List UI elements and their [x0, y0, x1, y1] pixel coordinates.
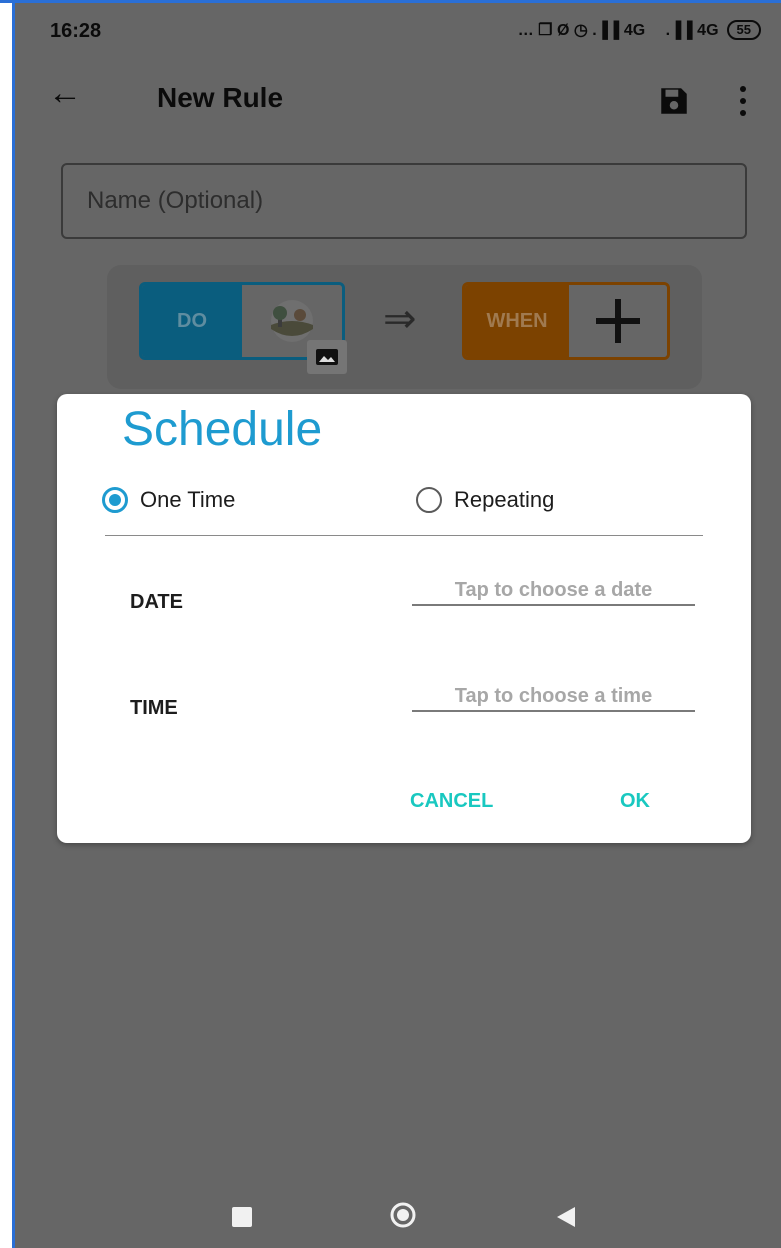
name-input[interactable]	[61, 163, 747, 239]
radio-checked-icon	[102, 487, 128, 513]
page-title: New Rule	[157, 82, 284, 113]
back-triangle-icon[interactable]	[557, 1207, 575, 1227]
add-trigger-button[interactable]	[569, 285, 667, 357]
battery-icon: 55	[726, 20, 761, 40]
rule-card: DO ⇒ WHEN	[107, 265, 702, 389]
recents-square-icon[interactable]	[232, 1207, 252, 1227]
schedule-dialog: Schedule One Time Repeating DATE Tap to …	[57, 394, 751, 843]
dialog-title: Schedule	[122, 403, 323, 456]
when-label: WHEN	[465, 285, 569, 357]
radio-unchecked-icon	[416, 487, 442, 513]
back-arrow-icon[interactable]: ←	[48, 76, 82, 110]
status-time: 16:28	[50, 20, 102, 42]
do-label: DO	[142, 285, 242, 357]
more-vert-icon[interactable]	[739, 84, 747, 118]
radio-one-time-label: One Time	[140, 487, 236, 512]
home-circle-icon[interactable]	[390, 1202, 416, 1228]
when-block[interactable]: WHEN	[462, 282, 670, 360]
screen: 16:28 … ❐ Ø ◷ .▐▐ 4G .▐▐ 4G 55 ← New Rul…	[12, 0, 781, 1248]
status-indicators: … ❐ Ø ◷ .▐▐ 4G .▐▐ 4G 55	[518, 20, 761, 40]
landscape-image-icon	[271, 300, 313, 342]
left-border	[12, 0, 15, 1248]
time-label: TIME	[130, 697, 178, 719]
date-label: DATE	[130, 591, 183, 613]
status-bar: 16:28 … ❐ Ø ◷ .▐▐ 4G .▐▐ 4G 55	[12, 0, 781, 62]
top-border	[0, 0, 781, 3]
app-bar: ← New Rule	[12, 62, 781, 132]
time-picker-field[interactable]: Tap to choose a time	[412, 684, 695, 712]
radio-one-time[interactable]: One Time	[102, 487, 235, 513]
date-picker-field[interactable]: Tap to choose a date	[412, 578, 695, 606]
image-badge-icon	[307, 340, 347, 374]
ok-button[interactable]: OK	[620, 790, 650, 813]
plus-icon	[596, 299, 640, 343]
cancel-button[interactable]: CANCEL	[410, 790, 493, 813]
radio-repeating-label: Repeating	[454, 487, 555, 512]
double-arrow-icon: ⇒	[383, 297, 417, 341]
status-icons-text: … ❐ Ø ◷ .▐▐ 4G .▐▐ 4G	[517, 22, 719, 39]
radio-repeating[interactable]: Repeating	[416, 487, 554, 513]
divider	[105, 535, 703, 536]
save-icon[interactable]	[657, 84, 691, 118]
